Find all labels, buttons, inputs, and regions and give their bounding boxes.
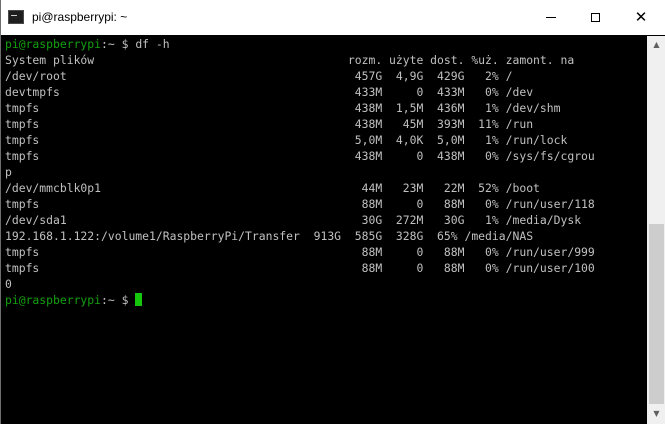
output-line: /dev/sda1 30G 272M 30G 1% /media/Dysk	[5, 213, 582, 227]
terminal-app-icon	[8, 10, 24, 24]
output-line: 0	[5, 277, 12, 291]
scroll-down-arrow-icon[interactable]: ▼	[647, 405, 665, 422]
minimize-icon	[546, 17, 556, 18]
prompt-user-host: pi@raspberrypi	[5, 37, 102, 51]
text-cursor	[135, 293, 143, 306]
output-line: tmpfs 88M 0 88M 0% /run/user/118	[5, 197, 595, 211]
final-prompt-user-host: pi@raspberrypi	[5, 293, 102, 307]
close-icon: ✕	[634, 8, 648, 26]
terminal-text: pi@raspberrypi:~ $ df -h System plików r…	[5, 36, 647, 308]
maximize-button[interactable]	[572, 0, 618, 35]
output-line: tmpfs 88M 0 88M 0% /run/user/100	[5, 261, 595, 275]
output-line: /dev/mmcblk0p1 44M 23M 22M 52% /boot	[5, 181, 540, 195]
scrollbar-thumb[interactable]	[649, 224, 664, 404]
close-button[interactable]: ✕	[618, 0, 664, 35]
scroll-up-arrow-icon[interactable]: ▲	[647, 36, 665, 53]
terminal-output-area[interactable]: pi@raspberrypi:~ $ df -h System plików r…	[5, 36, 647, 424]
maximize-icon	[590, 13, 600, 22]
output-line: p	[5, 165, 12, 179]
title-bar[interactable]: pi@raspberrypi: ~ ✕	[1, 0, 665, 35]
output-line: tmpfs 438M 1,5M 436M 1% /dev/shm	[5, 101, 561, 115]
window-title: pi@raspberrypi: ~	[32, 10, 128, 24]
command-text: df -h	[135, 37, 170, 51]
output-line: tmpfs 438M 0 438M 0% /sys/fs/cgrou	[5, 149, 595, 163]
output-line: 192.168.1.122:/volume1/RaspberryPi/Trans…	[5, 229, 534, 243]
terminal-window: pi@raspberrypi: ~ ✕ pi@raspberrypi:~ $ d…	[0, 0, 665, 424]
output-line: tmpfs 88M 0 88M 0% /run/user/999	[5, 245, 595, 259]
output-line: tmpfs 438M 45M 393M 11% /run	[5, 117, 534, 131]
output-line: devtmpfs 433M 0 433M 0% /dev	[5, 85, 534, 99]
final-prompt-path: :~ $	[101, 293, 136, 307]
output-line: /dev/root 457G 4,9G 429G 2% /	[5, 69, 513, 83]
prompt-path: :~ $	[101, 37, 136, 51]
vertical-scrollbar[interactable]: ▲ ▼	[647, 36, 665, 424]
output-line: System plików rozm. użyte dost. %uż. zam…	[5, 53, 575, 67]
output-line: tmpfs 5,0M 4,0K 5,0M 1% /run/lock	[5, 133, 568, 147]
minimize-button[interactable]	[528, 0, 574, 35]
